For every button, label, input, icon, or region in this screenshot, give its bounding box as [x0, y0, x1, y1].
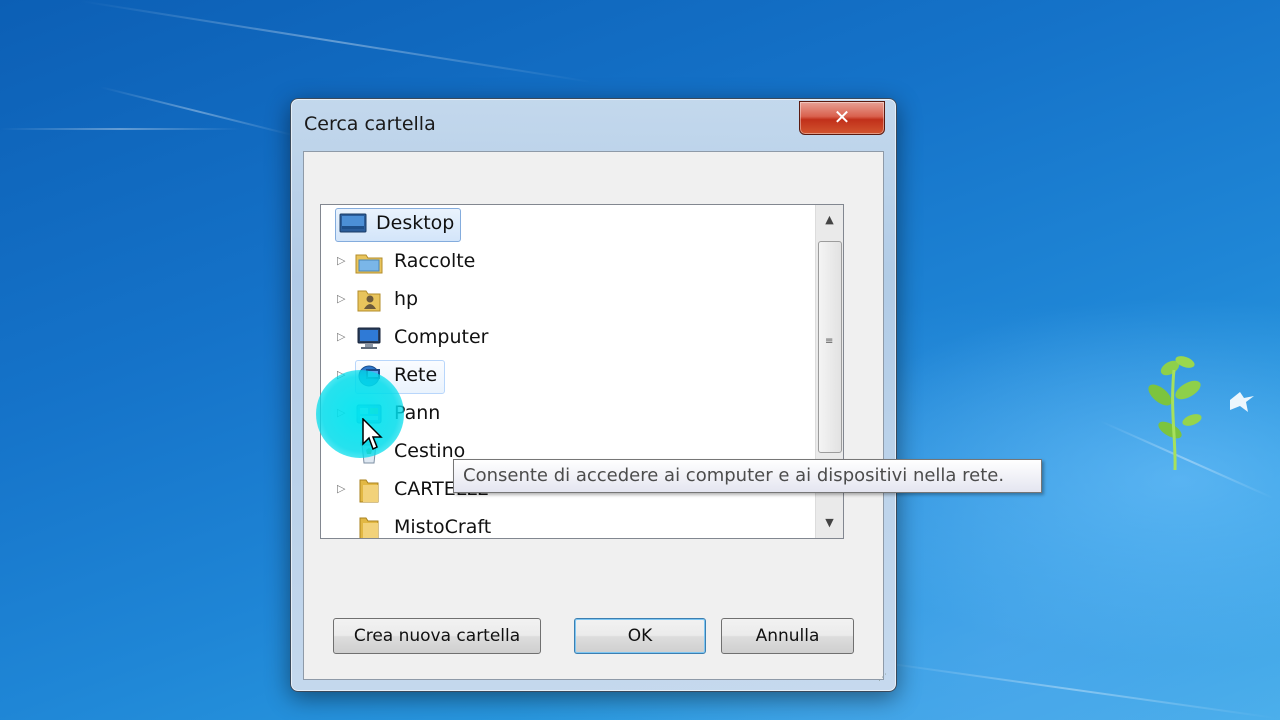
tree-item-label: Rete — [394, 364, 438, 386]
new-folder-button[interactable]: Crea nuova cartella — [333, 618, 541, 654]
close-icon: ✕ — [833, 105, 851, 129]
scrollbar-thumb[interactable]: ≡ — [818, 241, 842, 453]
ok-button[interactable]: OK — [574, 618, 706, 654]
folder-icon — [359, 479, 379, 503]
folder-icon — [359, 517, 379, 538]
tree-item-label: MistoCraft — [394, 516, 492, 538]
tree-item-computer[interactable]: ▷ Computer — [321, 319, 815, 357]
tree-item-hp[interactable]: ▷ hp — [321, 281, 815, 319]
scroll-up-icon[interactable]: ▲ — [816, 207, 843, 233]
tree-item-label: Desktop — [376, 212, 455, 234]
computer-icon — [357, 327, 381, 349]
resize-grip-icon[interactable]: ⋰ — [878, 673, 890, 685]
tree-item-desktop[interactable]: Desktop — [321, 205, 815, 243]
windows-tree-logo — [1148, 356, 1254, 471]
user-folder-icon — [357, 290, 381, 312]
tree-item-raccolte[interactable]: ▷ Raccolte — [321, 243, 815, 281]
grip-icon: ≡ — [825, 336, 834, 347]
dialog-title: Cerca cartella — [304, 113, 436, 135]
scroll-down-icon[interactable]: ▼ — [816, 510, 843, 536]
tooltip: Consente di accedere ai computer e ai di… — [453, 459, 1042, 493]
expand-arrow-icon[interactable]: ▷ — [337, 331, 349, 343]
tree-item-label: hp — [394, 288, 419, 310]
title-bar[interactable]: Cerca cartella ✕ — [291, 99, 896, 149]
libraries-icon — [355, 254, 383, 274]
mouse-cursor-icon — [362, 418, 383, 451]
cancel-button[interactable]: Annulla — [721, 618, 854, 654]
expand-arrow-icon[interactable]: ▷ — [337, 255, 349, 267]
tree-item-label: Computer — [394, 326, 489, 348]
tree-item-label: Raccolte — [394, 250, 476, 272]
desktop-icon — [339, 213, 367, 233]
cursor-highlight — [316, 370, 404, 458]
expand-arrow-icon[interactable]: ▷ — [337, 293, 349, 305]
tree-item-mistocraft[interactable]: MistoCraft — [321, 509, 815, 538]
close-button[interactable]: ✕ — [799, 101, 885, 135]
expand-arrow-icon[interactable]: ▷ — [337, 483, 349, 495]
